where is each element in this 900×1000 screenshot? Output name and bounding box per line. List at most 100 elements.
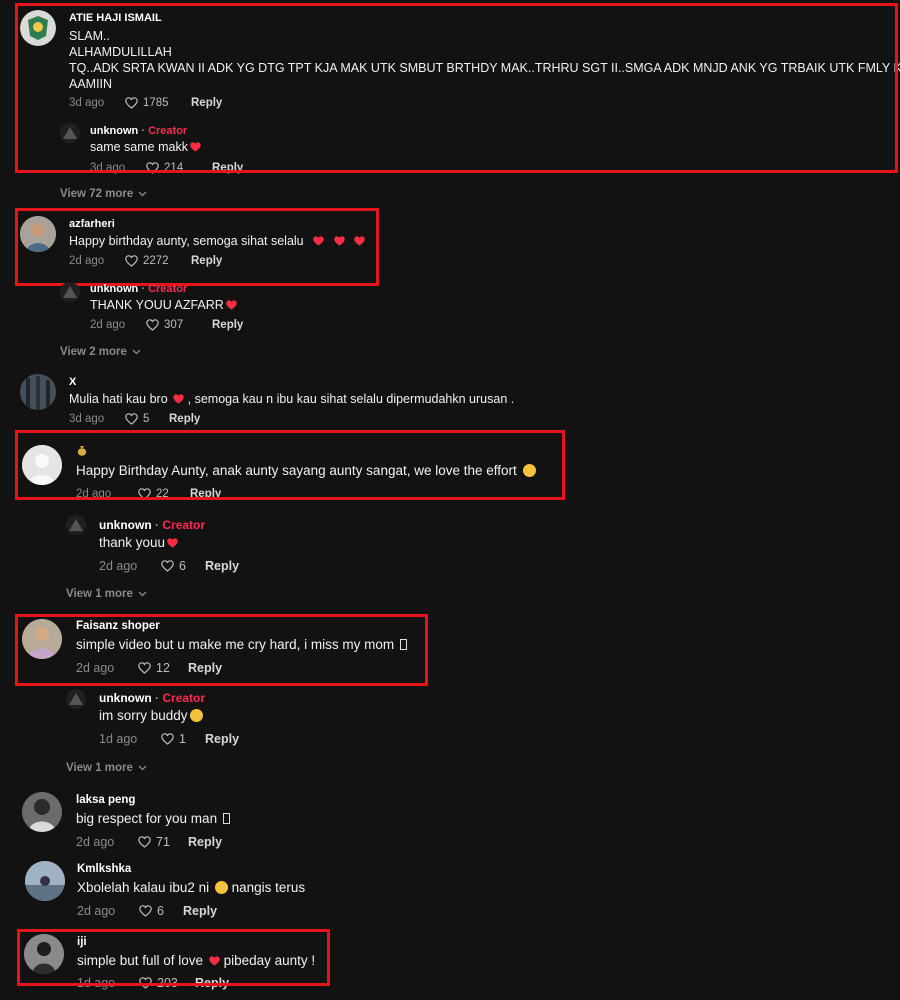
view-more-replies[interactable]: View 2 more <box>60 346 141 358</box>
separator: · <box>155 691 160 705</box>
like-heart-icon[interactable] <box>138 836 151 848</box>
username[interactable]: ATIE HAJI ISMAIL <box>69 12 162 24</box>
red-heart-emoji <box>333 236 345 246</box>
reply-username-row: unknown · Creator <box>90 125 187 137</box>
like-heart-icon[interactable] <box>125 97 138 109</box>
view-more-label: View 72 more <box>60 188 134 200</box>
avatar[interactable] <box>22 792 62 832</box>
avatar[interactable] <box>22 619 62 659</box>
reply-button[interactable]: Reply <box>205 732 239 746</box>
reply-button[interactable]: Reply <box>205 559 239 573</box>
comment-text: TQ..ADK SRTA KWAN II ADK YG DTG TPT KJA … <box>69 61 900 75</box>
reply-button[interactable]: Reply <box>195 976 229 990</box>
creator-badge: Creator <box>162 691 206 705</box>
comment-line: Xbolelah kalau ibu2 ni nangis terus <box>77 879 305 897</box>
avatar[interactable] <box>20 374 56 410</box>
username[interactable]: unknown <box>99 691 152 705</box>
avatar[interactable] <box>24 934 64 974</box>
avatar[interactable] <box>25 861 65 901</box>
username[interactable]: unknown <box>90 283 138 295</box>
money-bag-emoji <box>77 446 87 456</box>
comment-text: pibeday aunty ! <box>223 953 316 968</box>
comment-line: AAMIIN <box>69 77 113 91</box>
reply-button[interactable]: Reply <box>190 488 221 500</box>
avatar[interactable] <box>60 123 80 143</box>
like-heart-icon[interactable] <box>146 319 159 331</box>
avatar[interactable] <box>60 282 80 302</box>
red-heart-emoji <box>313 236 324 246</box>
comment-meta: 3d ago 5 Reply <box>69 413 200 425</box>
username[interactable]: iji <box>77 936 87 948</box>
creator-badge: Creator <box>148 125 188 137</box>
reply-text: im sorry buddy <box>99 707 203 725</box>
comment-text: big respect for you man <box>76 811 218 826</box>
comment-line: big respect for you man <box>76 810 230 828</box>
comment-meta: 2d ago 12 Reply <box>76 661 222 675</box>
view-more-replies[interactable]: View 1 more <box>66 588 147 600</box>
username[interactable]: X <box>69 376 76 388</box>
like-count: 203 <box>157 976 178 990</box>
username[interactable]: laksa peng <box>76 794 135 806</box>
comment-text: thank youu <box>99 535 166 550</box>
view-more-replies[interactable]: View 1 more <box>66 762 147 774</box>
avatar[interactable] <box>22 445 62 485</box>
username[interactable]: unknown <box>90 125 138 137</box>
avatar[interactable] <box>20 216 56 252</box>
like-heart-icon[interactable] <box>139 905 152 917</box>
reply-text: THANK YOUU AZFARR <box>90 297 237 313</box>
comment-text: Mulia hati kau bro <box>69 392 168 406</box>
avatar[interactable] <box>66 515 86 535</box>
like-count: 2272 <box>143 255 169 267</box>
reply-username-row: unknown · Creator <box>99 518 205 532</box>
timestamp: 1d ago <box>99 732 138 746</box>
comment-line: Happy birthday aunty, semoga sihat selal… <box>69 233 365 249</box>
username[interactable] <box>77 445 87 459</box>
username[interactable]: azfarheri <box>69 218 115 230</box>
like-count: 12 <box>156 661 170 675</box>
avatar[interactable] <box>20 10 56 46</box>
timestamp: 3d ago <box>69 413 105 425</box>
timestamp: 1d ago <box>77 976 116 990</box>
comment-meta: 3d ago 1785 Reply <box>69 97 222 109</box>
reply-button[interactable]: Reply <box>169 413 200 425</box>
chevron-down-icon <box>138 591 147 597</box>
comment-line: simple but full of love pibeday aunty ! <box>77 952 315 970</box>
timestamp: 2d ago <box>77 904 116 918</box>
red-heart-emoji <box>209 956 220 966</box>
comment-meta: 2d ago 6 Reply <box>77 904 217 918</box>
like-heart-icon[interactable] <box>161 733 174 745</box>
like-heart-icon[interactable] <box>125 413 138 425</box>
like-heart-icon[interactable] <box>125 255 138 267</box>
reply-button[interactable]: Reply <box>183 904 217 918</box>
timestamp: 3d ago <box>69 97 105 109</box>
view-more-replies[interactable]: View 72 more <box>60 188 147 200</box>
avatar[interactable] <box>66 689 86 709</box>
view-more-label: View 1 more <box>66 762 133 774</box>
view-more-label: View 1 more <box>66 588 133 600</box>
comment-text: , semoga kau n ibu kau sihat selalu dipe… <box>187 392 515 406</box>
reply-button[interactable]: Reply <box>188 835 222 849</box>
separator: · <box>155 518 160 532</box>
comment-text: Happy Birthday Aunty, anak aunty sayang … <box>76 463 517 478</box>
reply-button[interactable]: Reply <box>191 255 222 267</box>
reply-button[interactable]: Reply <box>212 162 243 174</box>
like-heart-icon[interactable] <box>138 662 151 674</box>
like-heart-icon[interactable] <box>146 162 159 174</box>
like-heart-icon[interactable] <box>139 977 152 989</box>
reply-button[interactable]: Reply <box>188 661 222 675</box>
reply-button[interactable]: Reply <box>191 97 222 109</box>
username[interactable]: Faisanz shoper <box>76 620 160 632</box>
reply-button[interactable]: Reply <box>212 319 243 331</box>
like-count: 6 <box>179 559 186 573</box>
username[interactable]: unknown <box>99 518 152 532</box>
red-heart-emoji <box>226 300 237 310</box>
comment-line: Happy Birthday Aunty, anak aunty sayang … <box>76 462 536 480</box>
comment-meta: 1d ago 203 Reply <box>77 976 229 990</box>
comment-line: Mulia hati kau bro , semoga kau n ibu ka… <box>69 391 514 407</box>
like-heart-icon[interactable] <box>161 560 174 572</box>
like-count: 214 <box>164 162 184 174</box>
like-heart-icon[interactable] <box>138 488 151 500</box>
timestamp: 3d ago <box>90 162 126 174</box>
username[interactable]: Kmlkshka <box>77 863 131 875</box>
timestamp: 2d ago <box>90 319 126 331</box>
